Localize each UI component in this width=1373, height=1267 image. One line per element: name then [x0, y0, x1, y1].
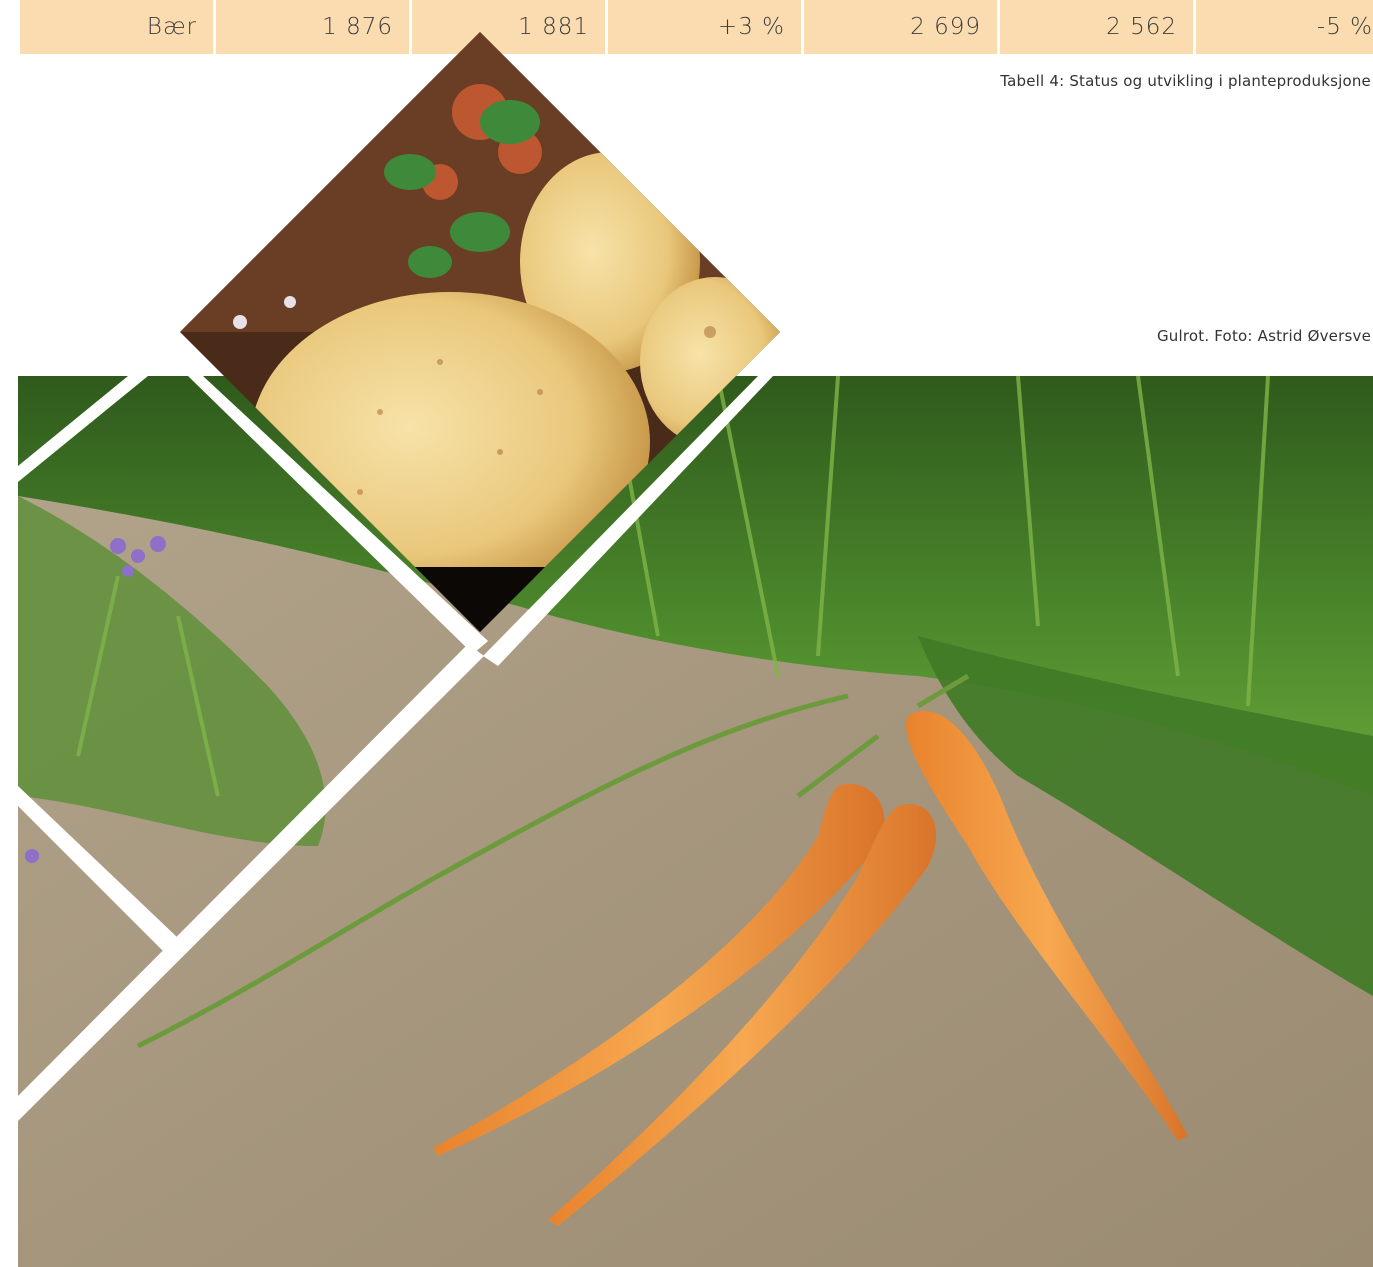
cell-value-4: 2 562	[1000, 0, 1196, 54]
cell-change-1: +3 %	[608, 0, 804, 54]
row-label: Bær	[20, 0, 216, 54]
table-caption: Tabell 4: Status og utvikling i plantepr…	[1000, 72, 1371, 90]
cell-value-1: 1 876	[216, 0, 412, 54]
table-row: Bær 1 876 1 881 +3 % 2 699 2 562 -5 %	[20, 0, 1373, 54]
photo-caption: Gulrot. Foto: Astrid Øversve	[1156, 327, 1371, 345]
cell-change-2: -5 %	[1196, 0, 1373, 54]
carrot-photo	[18, 376, 1373, 1267]
cell-value-2: 1 881	[412, 0, 608, 54]
cell-value-3: 2 699	[804, 0, 1000, 54]
